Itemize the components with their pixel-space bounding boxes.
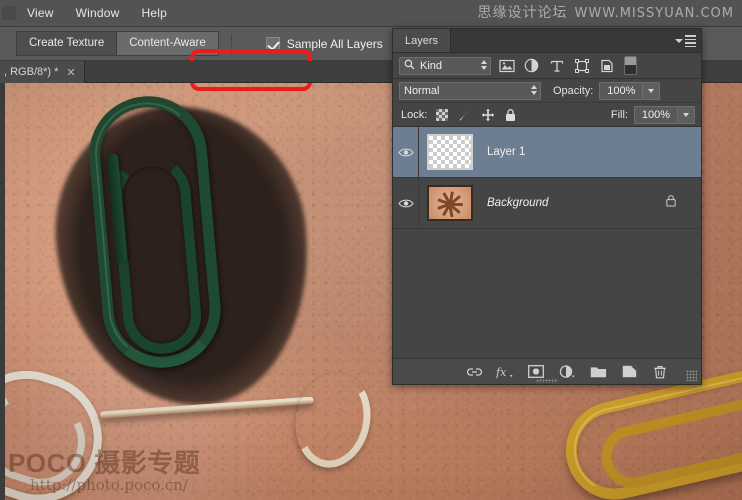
layer-name[interactable]: Background <box>487 197 548 209</box>
lock-image-pixels-icon[interactable] <box>456 106 473 123</box>
lock-position-icon[interactable] <box>479 106 496 123</box>
layer-filter-row: Kind <box>393 53 701 79</box>
layer-style-fx-icon[interactable]: fx <box>496 363 514 381</box>
fill-mode-segmented-control: Create Texture Content-Aware <box>16 31 219 56</box>
filter-kind-select[interactable]: Kind <box>399 56 491 75</box>
eye-icon <box>397 199 414 207</box>
content-aware-button[interactable]: Content-Aware <box>116 31 219 56</box>
opacity-dropdown-arrow[interactable] <box>643 81 661 100</box>
left-edge-strip <box>0 83 5 500</box>
layer-row[interactable]: Layer 1 <box>393 127 701 178</box>
svg-text:fx: fx <box>496 366 507 379</box>
panel-tab-row: Layers <box>393 29 701 53</box>
sample-all-layers-checkbox[interactable] <box>265 36 280 51</box>
tab-layers[interactable]: Layers <box>393 29 452 52</box>
lock-transparent-pixels-icon[interactable] <box>433 106 450 123</box>
layer-row[interactable]: Background <box>393 178 701 229</box>
panel-drag-grip[interactable] <box>536 379 558 383</box>
shape-layer-filter-icon[interactable] <box>572 56 591 75</box>
new-adjustment-layer-icon[interactable] <box>558 363 576 381</box>
type-layer-filter-icon[interactable] <box>547 56 566 75</box>
blend-mode-value: Normal <box>404 84 440 97</box>
close-icon[interactable]: ✕ <box>66 66 75 79</box>
layer-list[interactable]: Layer 1 Background <box>393 127 701 332</box>
new-layer-icon[interactable] <box>620 363 638 381</box>
lock-all-icon <box>666 195 676 207</box>
blend-mode-row: Normal Opacity: 100% <box>393 79 701 103</box>
menu-item-help[interactable]: Help <box>130 2 177 24</box>
lock-row: Lock: Fill: 100% <box>393 103 701 127</box>
layer-lock-indicator <box>665 194 677 212</box>
fill-dropdown-arrow[interactable] <box>678 105 695 124</box>
lock-label: Lock: <box>401 108 428 121</box>
blend-mode-select[interactable]: Normal <box>399 81 541 100</box>
create-texture-button[interactable]: Create Texture <box>16 31 117 56</box>
eye-icon <box>397 148 414 156</box>
panel-menu-icon[interactable] <box>675 34 696 48</box>
smart-object-filter-icon[interactable] <box>597 56 616 75</box>
link-layers-icon[interactable] <box>465 363 483 381</box>
menu-item-view[interactable]: View <box>16 2 65 24</box>
menu-item-window[interactable]: Window <box>65 2 131 24</box>
missyuan-watermark-cn: 思缘设计论坛 <box>477 5 568 21</box>
opacity-value[interactable]: 100% <box>599 81 644 100</box>
app-icon <box>2 6 16 20</box>
layer-name[interactable]: Layer 1 <box>487 146 525 158</box>
missyuan-watermark: 思缘设计论坛 WWW.MISSYUAN.COM <box>478 2 735 22</box>
fill-value[interactable]: 100% <box>634 105 678 124</box>
layer-visibility-toggle[interactable] <box>393 127 419 177</box>
delete-layer-icon[interactable] <box>651 363 669 381</box>
pixel-layer-filter-icon[interactable] <box>497 56 516 75</box>
layer-thumbnail[interactable] <box>427 134 473 170</box>
layer-thumbnail-cell[interactable] <box>419 178 481 228</box>
opacity-label: Opacity: <box>553 84 594 97</box>
add-layer-mask-icon[interactable] <box>527 363 545 381</box>
layer-thumbnail[interactable] <box>427 185 473 221</box>
fill-label: Fill: <box>610 108 628 121</box>
adjustment-layer-filter-icon[interactable] <box>522 56 541 75</box>
filter-kind-stepper[interactable] <box>481 59 487 70</box>
filter-kind-value: Kind <box>420 59 443 72</box>
sample-all-layers-label: Sample All Layers <box>286 36 383 51</box>
poco-watermark-line2: http://photo.poco.cn/ <box>30 476 189 494</box>
blend-mode-stepper[interactable] <box>531 84 537 95</box>
sample-all-layers-control[interactable]: Sample All Layers <box>265 36 383 51</box>
layer-thumbnail-cell[interactable] <box>419 127 481 177</box>
missyuan-watermark-url: WWW.MISSYUAN.COM <box>574 6 734 21</box>
poco-watermark: POCO 摄影专题 http://photo.poco.cn/ <box>8 450 200 494</box>
document-tab[interactable]: , RGB/8*) * ✕ <box>0 61 85 83</box>
menu-bar: View Window Help 思缘设计论坛 WWW.MISSYUAN.COM <box>0 0 742 27</box>
filter-enable-toggle[interactable] <box>624 56 637 75</box>
lock-all-icon[interactable] <box>502 106 519 123</box>
layers-panel: Layers Kind Normal Opacity: 100% Lock: F… <box>392 28 702 385</box>
app-root: POCO 摄影专题 http://photo.poco.cn/ View Win… <box>0 0 742 500</box>
panel-resize-grip[interactable] <box>686 370 697 381</box>
poco-watermark-line1: POCO 摄影专题 <box>8 448 201 478</box>
options-divider <box>230 33 232 54</box>
search-icon <box>404 59 415 73</box>
layer-visibility-toggle[interactable] <box>393 178 419 228</box>
layers-panel-toolbar: fx <box>393 358 701 384</box>
document-tab-title: , RGB/8*) * <box>4 66 59 78</box>
new-group-icon[interactable] <box>589 363 607 381</box>
